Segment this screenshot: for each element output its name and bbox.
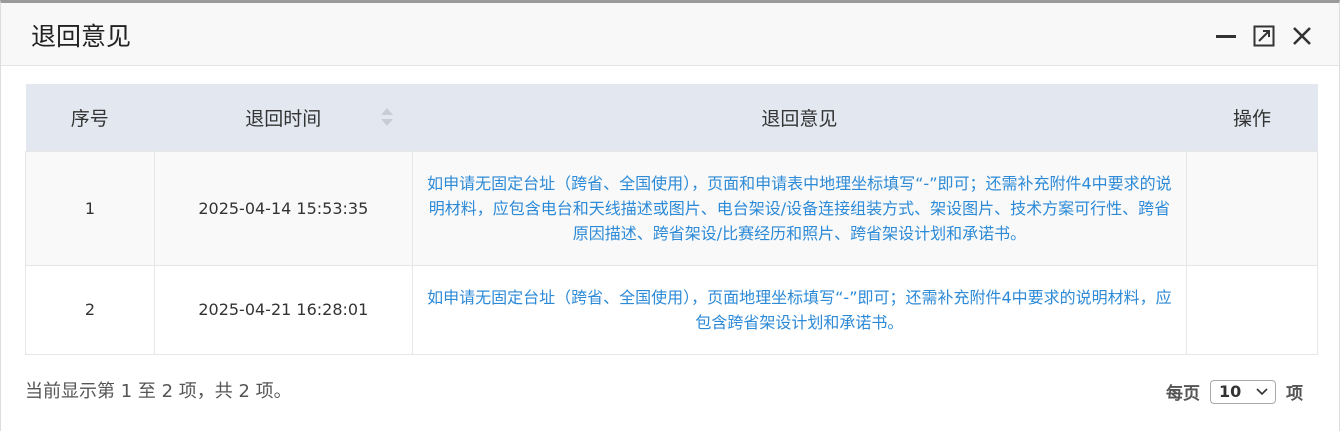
return-opinion-dialog: 退回意见 序号 退回时间 退回意见 操作 1 2025-04-14 15:53:… bbox=[0, 0, 1340, 431]
maximize-icon bbox=[1253, 25, 1275, 47]
close-button[interactable] bbox=[1289, 23, 1315, 49]
column-header-time[interactable]: 退回时间 bbox=[154, 84, 413, 151]
row-action bbox=[1186, 264, 1318, 355]
row-index: 1 bbox=[25, 150, 155, 266]
maximize-button[interactable] bbox=[1251, 23, 1277, 49]
minimize-icon bbox=[1216, 35, 1236, 38]
column-header-time-label: 退回时间 bbox=[245, 107, 322, 130]
per-page-label: 每页 bbox=[1166, 384, 1200, 404]
page-size-value: 10 bbox=[1219, 382, 1242, 401]
opinion-table: 序号 退回时间 退回意见 操作 1 2025-04-14 15:53:35 如申… bbox=[25, 84, 1318, 355]
chevron-down-icon bbox=[1256, 387, 1268, 395]
column-header-index: 序号 bbox=[25, 84, 155, 151]
minimize-button[interactable] bbox=[1213, 23, 1239, 49]
column-header-action: 操作 bbox=[1186, 84, 1318, 151]
column-header-opinion: 退回意见 bbox=[412, 84, 1188, 151]
table-header-row: 序号 退回时间 退回意见 操作 bbox=[25, 84, 1318, 151]
table-row: 1 2025-04-14 15:53:35 如申请无固定台址（跨省、全国使用），… bbox=[25, 150, 1318, 266]
row-time: 2025-04-21 16:28:01 bbox=[153, 264, 413, 355]
row-opinion: 如申请无固定台址（跨省、全国使用），页面和申请表中地理坐标填写“-”即可；还需补… bbox=[411, 150, 1188, 266]
page-size-control: 每页 10 项 bbox=[1166, 379, 1303, 404]
table-row: 2 2025-04-21 16:28:01 如申请无固定台址（跨省、全国使用），… bbox=[25, 264, 1318, 355]
row-time: 2025-04-14 15:53:35 bbox=[153, 150, 413, 266]
dialog-titlebar: 退回意见 bbox=[1, 3, 1339, 66]
page-size-select[interactable]: 10 bbox=[1210, 379, 1276, 404]
sort-icon[interactable] bbox=[380, 105, 394, 129]
pagination-info: 当前显示第 1 至 2 项，共 2 项。 bbox=[25, 381, 292, 402]
per-page-suffix: 项 bbox=[1286, 384, 1303, 404]
row-opinion: 如申请无固定台址（跨省、全国使用），页面地理坐标填写“-”即可；还需补充附件4中… bbox=[411, 264, 1188, 355]
dialog-title: 退回意见 bbox=[31, 22, 132, 51]
row-index: 2 bbox=[25, 264, 155, 355]
close-icon bbox=[1293, 27, 1311, 45]
row-action bbox=[1186, 150, 1318, 266]
